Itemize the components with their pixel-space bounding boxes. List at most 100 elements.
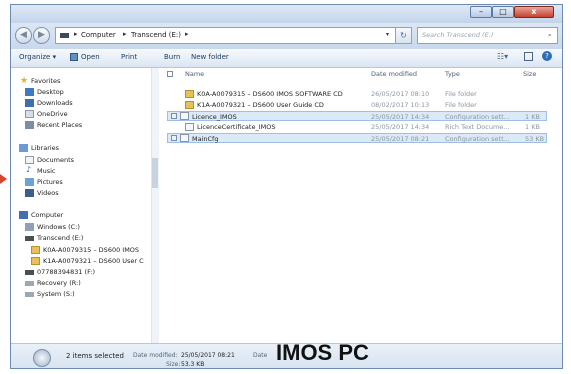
- drive-icon: [25, 292, 34, 297]
- file-name: LicenceCertificate_IMOS: [197, 123, 276, 131]
- nav-transcend-e[interactable]: Transcend (E:): [37, 234, 83, 242]
- usb-drive-icon: [25, 270, 34, 275]
- documents-icon: [25, 156, 34, 164]
- column-size[interactable]: Size: [523, 70, 536, 78]
- star-icon: ★: [20, 76, 29, 86]
- file-date: 25/05/2017 14:34: [371, 123, 430, 131]
- print-button[interactable]: Print: [121, 53, 137, 61]
- breadcrumb-sep-icon: ▸: [74, 30, 78, 38]
- file-date: 25/05/2017 08:21: [371, 135, 430, 143]
- file-type: File folder: [445, 90, 477, 98]
- status-date-label: Date modified:: [133, 352, 178, 359]
- nav-scrollbar[interactable]: [151, 68, 159, 343]
- file-list: Name Date modified Type Size K0A-A007931…: [159, 68, 562, 343]
- computer-icon: [19, 211, 28, 219]
- overlay-caption: IMOS PC: [276, 340, 369, 365]
- search-placeholder: Search Transcend (E:): [422, 31, 494, 39]
- back-button[interactable]: ◀: [15, 27, 32, 44]
- address-bar[interactable]: ▸ Computer ▸ Transcend (E:) ▸ ▾: [55, 27, 401, 44]
- maximize-button[interactable]: □: [492, 6, 514, 18]
- nav-favorites[interactable]: Favorites: [31, 77, 60, 85]
- status-date2-label: Date: [253, 352, 268, 359]
- nav-system-s[interactable]: System (S:): [37, 290, 75, 298]
- nav-desktop[interactable]: Desktop: [37, 88, 64, 96]
- onedrive-icon: [25, 110, 34, 118]
- burn-button[interactable]: Burn: [164, 53, 180, 61]
- nav-subfolder-userguide[interactable]: K1A-A0079321 – DS600 User C: [43, 257, 144, 265]
- select-all-checkbox[interactable]: [167, 71, 173, 77]
- column-type[interactable]: Type: [445, 70, 460, 78]
- refresh-button[interactable]: ↻: [395, 27, 412, 44]
- music-icon: ♪: [26, 165, 32, 174]
- file-name: K0A-A0079315 – DS600 IMOS SOFTWARE CD: [197, 90, 343, 98]
- file-size: 53 KB: [525, 135, 545, 143]
- nav-drive-f[interactable]: 07788394831 (F:): [37, 268, 95, 276]
- refresh-icon: ↻: [400, 31, 407, 40]
- file-date: 08/02/2017 10:13: [371, 101, 430, 109]
- minimize-button[interactable]: –: [470, 6, 492, 18]
- document-icon: [185, 123, 194, 131]
- history-dropdown-icon[interactable]: ▾: [386, 31, 389, 38]
- file-row[interactable]: Licence_IMOS 25/05/2017 14:34 Configurat…: [167, 111, 547, 121]
- organize-button[interactable]: Organize ▾: [19, 53, 56, 61]
- nav-documents[interactable]: Documents: [37, 156, 74, 164]
- folder-icon: [185, 101, 194, 109]
- red-arrow-marker: [0, 174, 7, 184]
- file-type: Rich Text Docume...: [445, 123, 510, 131]
- folder-icon: [31, 246, 40, 254]
- folder-icon: [185, 90, 194, 98]
- nav-windows-c[interactable]: Windows (C:): [37, 223, 80, 231]
- file-row[interactable]: MainCfg 25/05/2017 08:21 Configuration s…: [167, 133, 547, 143]
- file-date: 25/05/2017 14:34: [371, 113, 430, 121]
- nav-music[interactable]: Music: [37, 167, 56, 175]
- file-name: K1A-A0079321 – DS600 User Guide CD: [197, 101, 324, 109]
- folder-icon: [31, 257, 40, 265]
- navigation-pane: ★ Favorites Desktop Downloads OneDrive R…: [11, 68, 159, 343]
- nav-libraries[interactable]: Libraries: [31, 144, 59, 152]
- computer-icon: [60, 33, 69, 38]
- breadcrumb-transcend[interactable]: Transcend (E:): [131, 31, 181, 39]
- title-bar: – □ x: [11, 5, 562, 23]
- file-date: 26/05/2017 08:10: [371, 90, 430, 98]
- nav-onedrive[interactable]: OneDrive: [37, 110, 68, 118]
- column-name[interactable]: Name: [185, 70, 204, 78]
- drive-icon: [25, 281, 34, 286]
- file-type: Configuration sett...: [445, 135, 510, 143]
- nav-pictures[interactable]: Pictures: [37, 178, 63, 186]
- file-row[interactable]: K1A-A0079321 – DS600 User Guide CD 08/02…: [167, 100, 547, 110]
- column-date-modified[interactable]: Date modified: [371, 70, 417, 78]
- help-icon[interactable]: ?: [542, 51, 552, 61]
- scrollbar-thumb[interactable]: [152, 158, 158, 188]
- file-row[interactable]: LicenceCertificate_IMOS 25/05/2017 14:34…: [167, 122, 547, 132]
- back-arrow-icon: ◀: [20, 30, 27, 40]
- file-type: File folder: [445, 101, 477, 109]
- forward-button[interactable]: ▶: [33, 27, 50, 44]
- open-button[interactable]: Open: [81, 53, 100, 61]
- new-folder-button[interactable]: New folder: [191, 53, 229, 61]
- row-checkbox-checked[interactable]: [171, 135, 177, 141]
- nav-videos[interactable]: Videos: [37, 189, 59, 197]
- row-checkbox-checked[interactable]: [171, 113, 177, 119]
- breadcrumb-sep-icon: ▸: [185, 30, 189, 38]
- nav-subfolder-imos[interactable]: K0A-A0079315 – DS600 IMOS: [43, 246, 139, 254]
- status-size-label: Size:: [166, 361, 181, 368]
- status-selected-count: 2 items selected: [66, 352, 124, 360]
- downloads-icon: [25, 99, 34, 107]
- explorer-window: – □ x ◀ ▶ ▸ Computer ▸ Transcend (E:) ▸ …: [10, 4, 563, 369]
- pictures-icon: [25, 178, 34, 186]
- libraries-icon: [19, 144, 28, 152]
- command-bar: Organize ▾ Open Print Burn New folder ☷▾…: [11, 49, 562, 68]
- videos-icon: [25, 189, 34, 197]
- nav-recent-places[interactable]: Recent Places: [37, 121, 82, 129]
- nav-computer[interactable]: Computer: [31, 211, 63, 219]
- nav-downloads[interactable]: Downloads: [37, 99, 73, 107]
- file-row[interactable]: K0A-A0079315 – DS600 IMOS SOFTWARE CD 26…: [167, 89, 547, 99]
- breadcrumb-computer[interactable]: Computer: [81, 31, 116, 39]
- preview-pane-icon[interactable]: [524, 52, 533, 61]
- view-options-icon[interactable]: ☷▾: [497, 52, 508, 61]
- file-name: Licence_IMOS: [192, 113, 237, 121]
- search-input[interactable]: Search Transcend (E:) ⌕: [417, 27, 558, 44]
- nav-recovery-r[interactable]: Recovery (R:): [37, 279, 81, 287]
- status-date-value: 25/05/2017 08:21: [181, 352, 235, 359]
- close-button[interactable]: x: [514, 6, 554, 18]
